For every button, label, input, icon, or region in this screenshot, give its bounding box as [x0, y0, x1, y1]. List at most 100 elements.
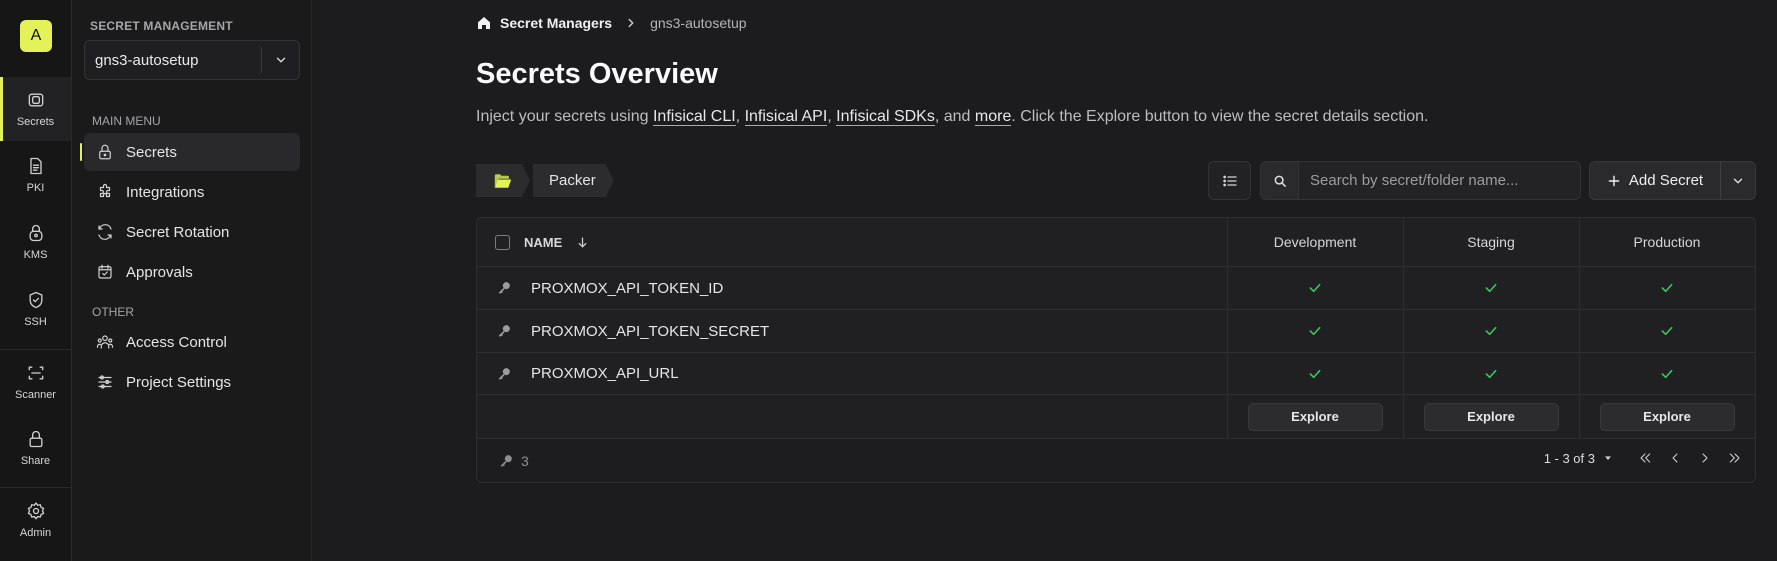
- check-icon: [1403, 310, 1579, 352]
- link-infisical-cli[interactable]: Infisical CLI: [652, 108, 736, 126]
- link-infisical-api[interactable]: Infisical API: [744, 108, 828, 126]
- chevron-right-icon: [628, 18, 634, 28]
- nav-item-label: Integrations: [126, 183, 205, 201]
- rail-item-label: PKI: [26, 182, 45, 194]
- add-secret-dropdown[interactable]: [1720, 162, 1755, 199]
- explore-staging-button[interactable]: Explore: [1423, 402, 1559, 431]
- secrets-table: NAME Development Staging Production PROX…: [476, 217, 1756, 483]
- nav-item-integrations[interactable]: Integrations: [84, 173, 300, 211]
- rotate-icon: [98, 224, 112, 240]
- env-header-production[interactable]: Production: [1579, 218, 1755, 266]
- desc-suffix: . Click the Explore button to view the s…: [1011, 108, 1429, 125]
- shield-check-icon: [29, 291, 42, 309]
- check-icon: [1403, 267, 1579, 309]
- secret-name-cell: PROXMOX_API_TOKEN_ID: [497, 267, 723, 309]
- plus-icon: [1608, 175, 1620, 186]
- table-row[interactable]: PROXMOX_API_TOKEN_ID: [477, 267, 1755, 310]
- lock-icon: [99, 144, 111, 160]
- nav-item-label: Project Settings: [126, 373, 232, 391]
- nav-item-project-settings[interactable]: Project Settings: [84, 363, 300, 401]
- breadcrumb-root[interactable]: Secret Managers: [476, 15, 612, 31]
- prev-page-icon[interactable]: [1667, 450, 1683, 466]
- page-size-select[interactable]: 1 - 3 of 3: [1544, 451, 1613, 466]
- page-description: Inject your secrets using Infisical CLI,…: [476, 108, 1428, 126]
- view-toggle-button[interactable]: [1208, 161, 1251, 200]
- main-menu-label: MAIN MENU: [92, 114, 161, 128]
- calendar-check-icon: [98, 264, 112, 279]
- table-row[interactable]: PROXMOX_API_TOKEN_SECRET: [477, 310, 1755, 353]
- lock-icon: [29, 430, 42, 448]
- rail-item-share[interactable]: Share: [0, 416, 71, 480]
- secret-count: 3: [499, 453, 529, 469]
- nav-item-label: Access Control: [126, 333, 227, 351]
- check-icon: [1403, 353, 1579, 394]
- home-icon: [478, 17, 490, 29]
- vault-icon: [28, 93, 43, 107]
- key-icon: [500, 455, 512, 467]
- next-page-icon[interactable]: [1697, 450, 1713, 466]
- desc-sep: ,: [735, 108, 745, 125]
- rail-item-pki[interactable]: PKI: [0, 143, 71, 207]
- first-page-icon[interactable]: [1637, 450, 1653, 466]
- nav-item-secret-rotation[interactable]: Secret Rotation: [84, 213, 300, 251]
- rail-item-label: Scanner: [15, 389, 56, 401]
- sort-down-icon[interactable]: [576, 236, 589, 249]
- env-header-development[interactable]: Development: [1227, 218, 1403, 266]
- table-row[interactable]: PROXMOX_API_URL: [477, 353, 1755, 395]
- rail-item-label: KMS: [23, 249, 48, 261]
- check-icon: [1227, 353, 1403, 394]
- pagination-label: 1 - 3 of 3: [1543, 450, 1595, 466]
- search-input[interactable]: [1299, 162, 1580, 199]
- check-icon: [1227, 310, 1403, 352]
- rail-item-kms[interactable]: KMS: [0, 210, 71, 274]
- folder-segment[interactable]: Packer: [533, 164, 614, 197]
- list-icon: [1222, 175, 1237, 186]
- nav-item-secrets[interactable]: Secrets: [80, 133, 300, 171]
- chevron-down-icon[interactable]: [261, 47, 299, 73]
- add-secret-button[interactable]: Add Secret: [1590, 172, 1720, 189]
- rail-item-label: SSH: [24, 316, 47, 328]
- secret-name: PROXMOX_API_TOKEN_ID: [531, 279, 724, 297]
- link-infisical-sdks[interactable]: Infisical SDKs: [836, 108, 935, 126]
- rail-item-ssh[interactable]: SSH: [0, 277, 71, 341]
- nav-item-approvals[interactable]: Approvals: [84, 253, 300, 291]
- project-select-value: gns3-autosetup: [95, 51, 199, 69]
- nav-item-label: Secret Rotation: [126, 223, 230, 241]
- scan-icon: [28, 366, 43, 380]
- link-more[interactable]: more: [974, 108, 1012, 126]
- secret-name: PROXMOX_API_TOKEN_SECRET: [531, 322, 770, 340]
- desc-prefix: Inject your secrets using: [476, 108, 653, 125]
- rail-item-secrets[interactable]: Secrets: [0, 77, 71, 141]
- secret-name-cell: PROXMOX_API_TOKEN_SECRET: [497, 310, 769, 352]
- desc-sep: ,: [827, 108, 837, 125]
- rail-item-scanner[interactable]: Scanner: [0, 350, 71, 414]
- desc-sep: , and: [934, 108, 975, 125]
- check-icon: [1579, 310, 1755, 352]
- document-icon: [29, 157, 42, 175]
- explore-development-button[interactable]: Explore: [1247, 402, 1383, 431]
- sliders-icon: [98, 375, 112, 389]
- chevron-down-icon: [1733, 178, 1743, 183]
- explore-production-button[interactable]: Explore: [1599, 402, 1735, 431]
- folder-path: Packer: [476, 164, 617, 197]
- key-icon: [498, 325, 510, 337]
- nav-item-label: Approvals: [126, 263, 193, 281]
- secret-name: PROXMOX_API_URL: [531, 365, 679, 382]
- folder-root[interactable]: [476, 164, 530, 197]
- select-all-checkbox[interactable]: [495, 234, 510, 250]
- nav-item-access-control[interactable]: Access Control: [84, 323, 300, 361]
- check-icon: [1227, 267, 1403, 309]
- folder-open-icon: [494, 173, 512, 189]
- puzzle-icon: [99, 183, 111, 198]
- last-page-icon[interactable]: [1727, 450, 1743, 466]
- env-header-staging[interactable]: Staging: [1403, 218, 1579, 266]
- project-nav: SECRET MANAGEMENT gns3-autosetup MAIN ME…: [72, 0, 312, 561]
- rail-item-label: Secrets: [16, 116, 55, 128]
- explore-cell: Explore: [1579, 395, 1755, 438]
- name-header-label[interactable]: NAME: [524, 235, 562, 250]
- org-avatar[interactable]: A: [20, 20, 52, 52]
- pagination: 1 - 3 of 3: [1544, 450, 1743, 466]
- add-secret-button-group: Add Secret: [1589, 161, 1756, 200]
- rail-item-admin[interactable]: Admin: [0, 488, 71, 552]
- project-select[interactable]: gns3-autosetup: [84, 40, 300, 80]
